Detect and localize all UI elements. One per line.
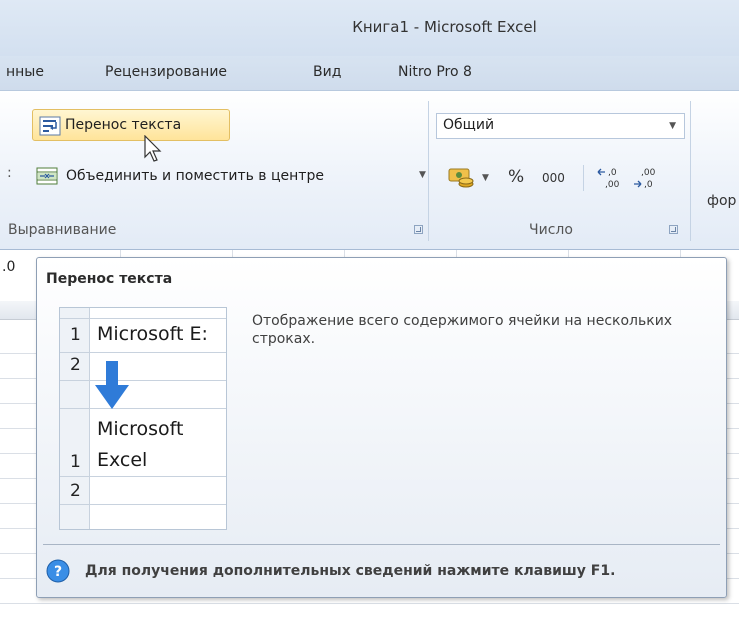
wrap-text-label: Перенос текста — [65, 117, 182, 133]
wrap-text-tooltip: Перенос текста 1 Microsoft E: 2 Microsof… — [36, 257, 727, 598]
partial-format-group-label: фор — [707, 193, 737, 209]
preview-row-number: 1 — [70, 325, 81, 345]
preview-grid-line — [60, 476, 226, 477]
preview-grid-line — [60, 352, 226, 353]
increase-decimal-icon[interactable]: ,0 ,00 — [596, 165, 626, 195]
tooltip-title: Перенос текста — [46, 271, 173, 287]
tab-view[interactable]: Вид — [313, 64, 341, 80]
title-bar: Книга1 - Microsoft Excel — [0, 0, 739, 56]
group-divider — [690, 101, 691, 241]
mouse-cursor-icon — [144, 134, 166, 169]
merge-center-label: Объединить и поместить в центре — [66, 168, 324, 184]
number-dialog-launcher-icon[interactable] — [669, 225, 678, 234]
tooltip-divider — [43, 544, 720, 545]
currency-format-icon[interactable] — [446, 165, 476, 195]
percent-style-button[interactable]: % — [508, 167, 524, 187]
preview-grid-line — [60, 408, 226, 409]
preview-grid-line — [60, 380, 226, 381]
divider — [583, 165, 584, 191]
window-title: Книга1 - Microsoft Excel — [352, 18, 537, 36]
chevron-down-icon: ▼ — [669, 121, 676, 131]
merge-dropdown-arrow-icon[interactable]: ▼ — [419, 170, 426, 180]
alignment-dialog-launcher-icon[interactable] — [414, 225, 423, 234]
ribbon: : Перенос текста Объединить и поместить … — [0, 90, 739, 250]
alignment-group-label: Выравнивание — [8, 222, 117, 238]
tab-data[interactable]: нные — [6, 64, 44, 80]
excel-window: Книга1 - Microsoft Excel нные Рецензиров… — [0, 0, 739, 619]
number-format-select[interactable]: Общий ▼ — [436, 113, 685, 139]
tooltip-description: Отображение всего содержимого ячейки на … — [252, 313, 673, 347]
svg-text:,00: ,00 — [641, 168, 656, 178]
preview-row-number: 1 — [70, 452, 81, 472]
number-format-value: Общий — [443, 117, 495, 133]
preview-row-number: 2 — [70, 355, 81, 375]
help-icon: ? — [45, 558, 71, 588]
comma-style-button[interactable]: 000 — [542, 171, 565, 185]
arrow-down-icon — [95, 361, 129, 415]
grid-row-line — [0, 603, 739, 604]
preview-cell-after-line2: Excel — [97, 449, 148, 471]
group-divider — [428, 101, 429, 241]
tab-review[interactable]: Рецензирование — [105, 64, 227, 80]
svg-text:?: ? — [54, 564, 62, 580]
svg-text:,00: ,00 — [605, 180, 620, 190]
preview-cell-after-line1: Microsoft — [97, 418, 184, 440]
help-text: Для получения дополнительных сведений на… — [85, 563, 616, 579]
preview-cell-before: Microsoft E: — [97, 323, 208, 345]
wrap-text-button[interactable]: Перенос текста — [32, 109, 230, 141]
merge-center-icon — [36, 167, 58, 189]
merge-center-button[interactable]: Объединить и поместить в центре ▼ — [36, 165, 431, 189]
number-group-label: Число — [529, 222, 573, 238]
svg-text:,0: ,0 — [608, 168, 617, 178]
preview-grid-line — [60, 504, 226, 505]
decrease-decimal-icon[interactable]: ,00 ,0 — [632, 165, 662, 195]
partial-left-control: : — [7, 165, 12, 181]
wrap-text-preview: 1 Microsoft E: 2 Microsoft 1 Excel 2 — [59, 307, 227, 530]
preview-row-number: 2 — [70, 481, 81, 501]
currency-dropdown-arrow-icon[interactable]: ▼ — [482, 173, 489, 183]
name-box[interactable]: .0 — [0, 250, 34, 284]
wrap-text-icon — [39, 116, 61, 140]
name-box-value: .0 — [2, 259, 16, 275]
svg-text:,0: ,0 — [644, 180, 653, 190]
ribbon-tabs: нные Рецензирование Вид Nitro Pro 8 — [0, 56, 739, 90]
preview-grid-line — [60, 318, 226, 319]
tab-nitro-pro[interactable]: Nitro Pro 8 — [398, 64, 472, 80]
number-format-buttons: ▼ % 000 ,0 ,00 ,00 ,0 — [446, 165, 696, 193]
